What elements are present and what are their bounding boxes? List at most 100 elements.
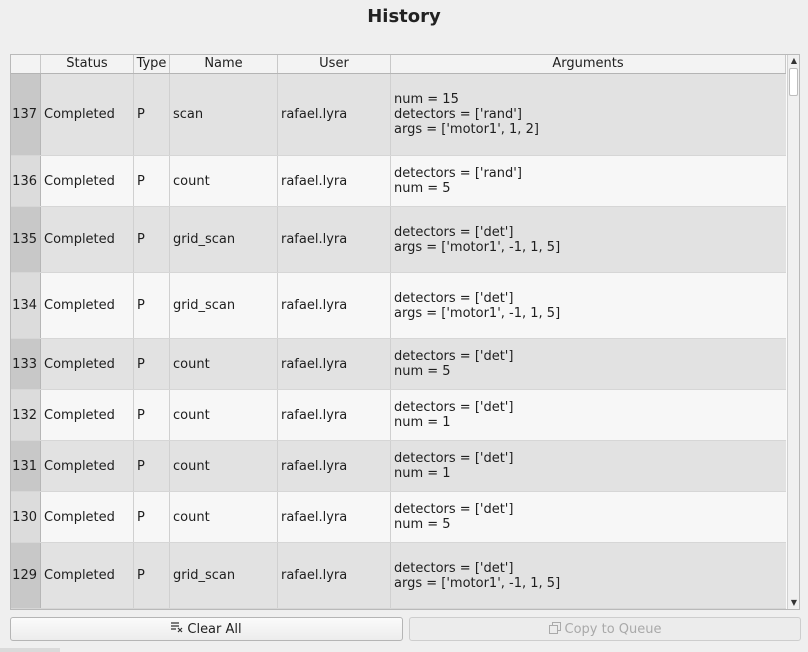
user-cell: rafael.lyra: [278, 156, 391, 206]
status-cell: Completed: [41, 543, 134, 608]
window-title: History: [367, 6, 441, 27]
name-cell: count: [170, 492, 278, 542]
argument-line: num = 1: [394, 466, 451, 481]
type-cell: P: [134, 74, 170, 155]
row-number[interactable]: 137: [11, 74, 41, 155]
row-number[interactable]: 136: [11, 156, 41, 206]
column-header-arguments[interactable]: Arguments: [391, 55, 786, 73]
clear-list-icon: [171, 622, 183, 636]
copy-to-queue-button[interactable]: Copy to Queue: [409, 617, 801, 641]
name-cell: count: [170, 156, 278, 206]
type-cell: P: [134, 492, 170, 542]
row-number[interactable]: 133: [11, 339, 41, 389]
user-cell: rafael.lyra: [278, 74, 391, 155]
vertical-scrollbar[interactable]: ▲ ▼: [787, 55, 799, 609]
arguments-cell: detectors = ['det'] num = 5: [391, 492, 786, 542]
copy-to-queue-label: Copy to Queue: [564, 621, 662, 637]
user-cell: rafael.lyra: [278, 492, 391, 542]
argument-line: num = 15: [394, 92, 459, 107]
row-number[interactable]: 129: [11, 543, 41, 608]
argument-line: detectors = ['rand']: [394, 107, 522, 122]
name-cell: grid_scan: [170, 207, 278, 272]
status-cell: Completed: [41, 273, 134, 338]
scrollbar-thumb[interactable]: [789, 68, 798, 96]
arguments-cell: detectors = ['det'] args = ['motor1', -1,…: [391, 543, 786, 608]
name-cell: grid_scan: [170, 543, 278, 608]
argument-line: num = 5: [394, 364, 451, 379]
copy-icon: [548, 621, 561, 637]
table-header: Status Type Name User Arguments: [11, 55, 786, 74]
type-cell: P: [134, 390, 170, 440]
status-cell: Completed: [41, 207, 134, 272]
user-cell: rafael.lyra: [278, 543, 391, 608]
argument-line: num = 5: [394, 181, 451, 196]
table-row[interactable]: 136 Completed Pcount rafael.lyra detectors =…: [11, 156, 786, 207]
type-cell: P: [134, 156, 170, 206]
status-cell: Completed: [41, 74, 134, 155]
status-cell: Completed: [41, 492, 134, 542]
argument-line: args = ['motor1', -1, 1, 5]: [394, 305, 561, 321]
row-number[interactable]: 131: [11, 441, 41, 491]
name-cell: count: [170, 339, 278, 389]
user-cell: rafael.lyra: [278, 390, 391, 440]
argument-line: args = ['motor1', -1, 1, 5]: [394, 239, 561, 255]
type-cell: P: [134, 339, 170, 389]
table-row[interactable]: 132 Completed Pcount rafael.lyra detectors =…: [11, 390, 786, 441]
argument-line: detectors = ['det']: [394, 400, 514, 415]
column-header-user[interactable]: User: [278, 55, 391, 73]
argument-line: num = 1: [394, 415, 451, 430]
name-cell: scan: [170, 74, 278, 155]
column-header-type[interactable]: Type: [134, 55, 170, 73]
argument-line: detectors = ['det']: [394, 560, 514, 576]
argument-line: num = 5: [394, 517, 451, 532]
type-cell: P: [134, 441, 170, 491]
table-row[interactable]: 129 Completed Pgrid_scan rafael.lyra detecto…: [11, 543, 786, 609]
table-row[interactable]: 133 Completed Pcount rafael.lyra detectors =…: [11, 339, 786, 390]
table-row[interactable]: 130 Completed Pcount rafael.lyra detectors =…: [11, 492, 786, 543]
argument-line: detectors = ['det']: [394, 224, 514, 240]
status-strip: [0, 648, 60, 652]
column-header-name[interactable]: Name: [170, 55, 278, 73]
arguments-cell: detectors = ['det'] args = ['motor1', -1,…: [391, 273, 786, 338]
type-cell: P: [134, 207, 170, 272]
argument-line: detectors = ['det']: [394, 502, 514, 517]
table-row[interactable]: 135 Completed Pgrid_scan rafael.lyra detecto…: [11, 207, 786, 273]
argument-line: args = ['motor1', -1, 1, 5]: [394, 575, 561, 591]
row-number[interactable]: 130: [11, 492, 41, 542]
row-number[interactable]: 132: [11, 390, 41, 440]
scroll-up-arrow-icon[interactable]: ▲: [788, 55, 799, 67]
name-cell: count: [170, 441, 278, 491]
arguments-cell: detectors = ['rand'] num = 5: [391, 156, 786, 206]
history-table[interactable]: Status Type Name User Arguments 137 Compl…: [10, 54, 800, 610]
name-cell: count: [170, 390, 278, 440]
clear-all-button[interactable]: Clear All: [10, 617, 403, 641]
argument-line: detectors = ['det']: [394, 290, 514, 306]
clear-all-label: Clear All: [187, 621, 242, 637]
argument-line: detectors = ['det']: [394, 451, 514, 466]
argument-line: args = ['motor1', 1, 2]: [394, 122, 539, 137]
arguments-cell: detectors = ['det'] num = 5: [391, 339, 786, 389]
type-cell: P: [134, 543, 170, 608]
status-cell: Completed: [41, 390, 134, 440]
scroll-down-arrow-icon[interactable]: ▼: [788, 597, 799, 609]
table-row[interactable]: 131 Completed Pcount rafael.lyra detectors =…: [11, 441, 786, 492]
argument-line: detectors = ['rand']: [394, 166, 522, 181]
arguments-cell: detectors = ['det'] args = ['motor1', -1,…: [391, 207, 786, 272]
table-row[interactable]: 134 Completed Pgrid_scan rafael.lyra detecto…: [11, 273, 786, 339]
status-cell: Completed: [41, 441, 134, 491]
name-cell: grid_scan: [170, 273, 278, 338]
type-cell: P: [134, 273, 170, 338]
user-cell: rafael.lyra: [278, 273, 391, 338]
argument-line: detectors = ['det']: [394, 349, 514, 364]
user-cell: rafael.lyra: [278, 441, 391, 491]
row-number[interactable]: 135: [11, 207, 41, 272]
user-cell: rafael.lyra: [278, 339, 391, 389]
status-cell: Completed: [41, 339, 134, 389]
table-row[interactable]: 137 Completed Pscan rafael.lyra num = 15 dete…: [11, 74, 786, 156]
column-header-status[interactable]: Status: [41, 55, 134, 73]
arguments-cell: detectors = ['det'] num = 1: [391, 390, 786, 440]
status-cell: Completed: [41, 156, 134, 206]
header-corner[interactable]: [11, 55, 41, 73]
row-number[interactable]: 134: [11, 273, 41, 338]
user-cell: rafael.lyra: [278, 207, 391, 272]
